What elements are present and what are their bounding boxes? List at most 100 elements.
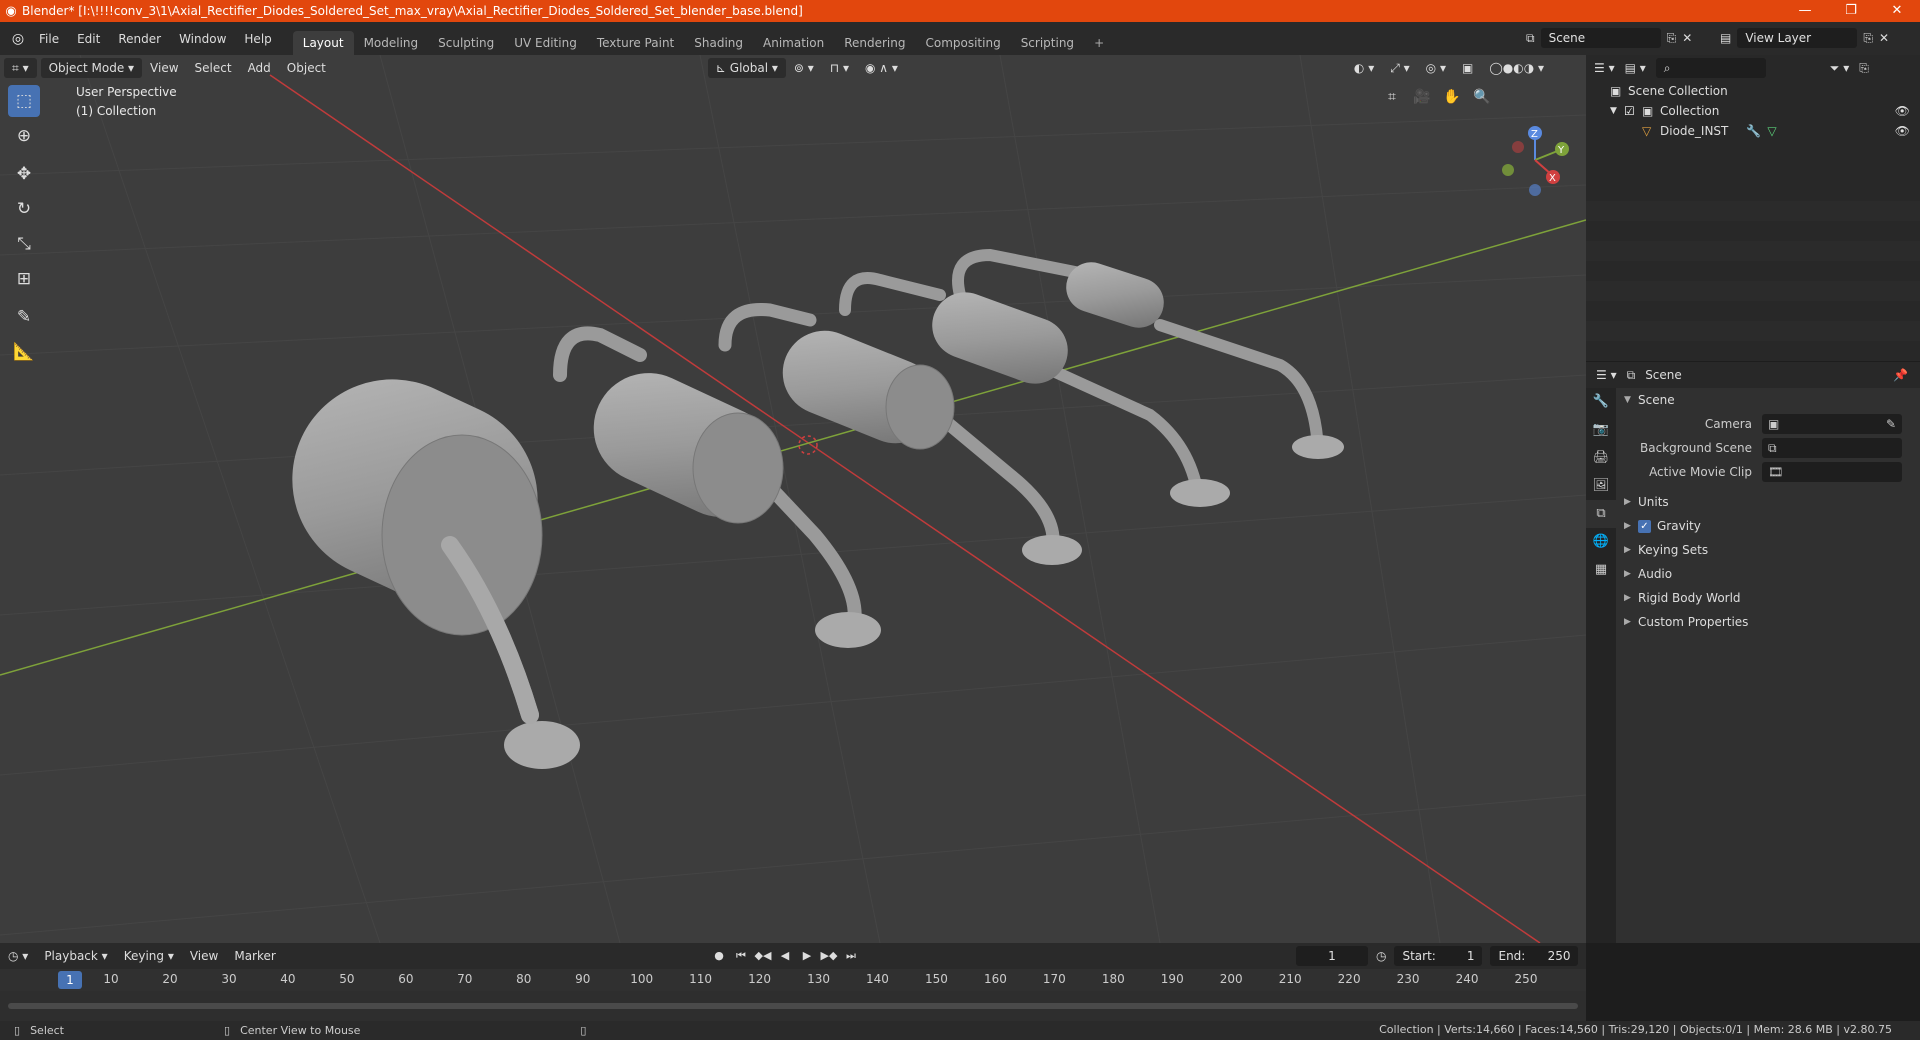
viewport-canvas[interactable]: Z Y X xyxy=(0,55,1586,943)
xray-icon[interactable]: ▣ xyxy=(1454,61,1481,75)
overlay-icon[interactable]: ◎ ▾ xyxy=(1418,61,1454,75)
grid-view-icon[interactable]: ⌗ xyxy=(1380,85,1404,109)
collection-eye-icon[interactable]: 👁 xyxy=(1895,104,1910,118)
diode-model[interactable] xyxy=(259,248,1344,769)
tab-scripting[interactable]: Scripting xyxy=(1011,31,1084,55)
rotate-tool-icon[interactable]: ↻ xyxy=(8,193,40,225)
new-scene-icon[interactable]: ⎘ xyxy=(1667,31,1677,46)
record-icon[interactable]: ● xyxy=(710,946,728,966)
camera-field[interactable]: ▣ ✎ xyxy=(1762,414,1902,434)
remove-view-layer-icon[interactable]: ✕ xyxy=(1879,31,1889,45)
play-reverse-icon[interactable]: ◀ xyxy=(776,946,794,966)
menu-file[interactable]: File xyxy=(30,32,68,46)
eyedropper-icon[interactable]: ✎ xyxy=(1886,417,1896,431)
outliner-item-collection[interactable]: ▼ ☑ ▣ Collection 👁 xyxy=(1586,101,1920,121)
viewport-menu-select[interactable]: Select xyxy=(187,61,240,75)
outliner-item-scene-collection[interactable]: ▣ Scene Collection xyxy=(1586,81,1920,101)
tab-animation[interactable]: Animation xyxy=(753,31,834,55)
timeline-menu-playback[interactable]: Playback ▾ xyxy=(36,949,115,963)
tab-sculpting[interactable]: Sculpting xyxy=(428,31,504,55)
active-movie-clip-field[interactable]: 🎞 xyxy=(1762,462,1902,482)
timeline-menu-marker[interactable]: Marker xyxy=(226,949,283,963)
background-scene-field[interactable]: ⧉ xyxy=(1762,438,1902,458)
tab-texture-paint[interactable]: Texture Paint xyxy=(587,31,684,55)
scene-tab-icon[interactable]: ⧉ xyxy=(1586,500,1616,528)
timeline-ruler[interactable]: 1 10 20 30 40 50 60 70 80 90 100 110 120 130 140 150 16… xyxy=(0,969,1586,991)
end-frame-field[interactable]: End: 250 xyxy=(1490,946,1579,966)
gravity-checkbox[interactable]: ✓ xyxy=(1638,519,1651,533)
scene-name-field[interactable]: Scene xyxy=(1540,28,1661,48)
prev-keyframe-icon[interactable]: ◆◀ xyxy=(754,946,772,966)
current-frame-indicator[interactable]: 1 xyxy=(58,971,82,989)
transform-tool-icon[interactable]: ⊞ xyxy=(8,263,40,295)
scene-section-header[interactable]: ▼ Scene xyxy=(1616,388,1920,412)
mesh-data-icon[interactable]: ▽ xyxy=(1767,124,1776,138)
3d-viewport[interactable]: Z Y X ⌗ ▾ Object Mode ▾ View Select Add … xyxy=(0,55,1586,943)
output-tab-icon[interactable]: 🖨 xyxy=(1586,444,1616,472)
current-frame-field[interactable]: 1 xyxy=(1296,946,1368,966)
tab-modeling[interactable]: Modeling xyxy=(354,31,429,55)
menu-window[interactable]: Window xyxy=(170,32,235,46)
timeline-scrollbar[interactable] xyxy=(8,1003,1578,1009)
pivot-icon[interactable]: ⊚ ▾ xyxy=(786,61,822,75)
add-workspace-button[interactable]: + xyxy=(1084,31,1114,55)
view-layer-field[interactable]: View Layer xyxy=(1737,28,1858,48)
camera-view-icon[interactable]: 🎥 xyxy=(1410,85,1434,109)
tab-uv-editing[interactable]: UV Editing xyxy=(504,31,587,55)
filter-icon[interactable]: ⏷ ▾ xyxy=(1830,61,1849,76)
start-frame-field[interactable]: Start: 1 xyxy=(1394,946,1483,966)
expand-collection-icon[interactable]: ▼ xyxy=(1610,106,1624,116)
scene-icon[interactable]: ⧉ xyxy=(1526,31,1535,46)
rigid-body-world-section[interactable]: ▶ Rigid Body World xyxy=(1616,586,1920,610)
audio-section[interactable]: ▶ Audio xyxy=(1616,562,1920,586)
view-layer-icon[interactable]: ▤ xyxy=(1720,31,1731,45)
menu-help[interactable]: Help xyxy=(235,32,280,46)
mode-dropdown[interactable]: Object Mode ▾ xyxy=(40,58,143,78)
timeline-editor-icon[interactable]: ◷ ▾ xyxy=(0,949,36,963)
zoom-icon[interactable]: 🔍 xyxy=(1470,85,1494,109)
select-box-tool-icon[interactable]: ⬚ xyxy=(8,85,40,117)
tool-tab-icon[interactable]: 🔧 xyxy=(1586,388,1616,416)
transform-orientation-dropdown[interactable]: ⊾ Global ▾ xyxy=(707,58,786,78)
clock-icon[interactable]: ◷ xyxy=(1376,949,1386,963)
measure-tool-icon[interactable]: 📐 xyxy=(8,336,40,368)
new-collection-icon[interactable]: ⎘ xyxy=(1859,61,1869,76)
menu-edit[interactable]: Edit xyxy=(68,32,109,46)
outliner-search-input[interactable]: ⌕ xyxy=(1655,58,1766,78)
close-button[interactable]: ✕ xyxy=(1874,0,1920,22)
gizmo-toggle-icon[interactable]: ⤢ ▾ xyxy=(1382,61,1417,76)
scale-tool-icon[interactable]: ⤡ xyxy=(8,228,40,260)
visibility-icon[interactable]: ◐ ▾ xyxy=(1346,61,1382,75)
minimize-button[interactable]: — xyxy=(1782,0,1828,22)
proportional-edit-icon[interactable]: ◉ ∧ ▾ xyxy=(857,61,906,75)
display-mode-icon[interactable]: ▤ ▾ xyxy=(1625,61,1646,75)
world-tab-icon[interactable]: 🌐 xyxy=(1586,528,1616,556)
tab-shading[interactable]: Shading xyxy=(684,31,753,55)
play-icon[interactable]: ▶ xyxy=(798,946,816,966)
viewport-menu-object[interactable]: Object xyxy=(279,61,334,75)
texture-tab-icon[interactable]: ▦ xyxy=(1586,556,1616,584)
units-section[interactable]: ▶ Units xyxy=(1616,490,1920,514)
blender-menu-icon[interactable]: ◎ xyxy=(6,31,30,47)
viewport-menu-add[interactable]: Add xyxy=(240,61,279,75)
outliner-item-diode[interactable]: ▽ Diode_INST 🔧 ▽ 👁 xyxy=(1586,121,1920,141)
viewport-menu-view[interactable]: View xyxy=(142,61,186,75)
menu-render[interactable]: Render xyxy=(109,32,170,46)
tab-compositing[interactable]: Compositing xyxy=(915,31,1010,55)
object-eye-icon[interactable]: 👁 xyxy=(1895,124,1910,138)
pin-icon[interactable]: 📌 xyxy=(1893,368,1908,382)
editor-type-icon[interactable]: ⌗ ▾ xyxy=(4,58,37,78)
new-view-layer-icon[interactable]: ⎘ xyxy=(1863,31,1873,46)
shading-modes-icon[interactable]: ◯●◐◑ ▾ xyxy=(1481,61,1552,75)
jump-start-icon[interactable]: ⏮ xyxy=(732,946,750,966)
navigation-gizmo[interactable]: Z Y X xyxy=(1502,126,1569,196)
jump-end-icon[interactable]: ⏭ xyxy=(842,946,860,966)
tab-rendering[interactable]: Rendering xyxy=(834,31,915,55)
gravity-section[interactable]: ▶ ✓ Gravity xyxy=(1616,514,1920,538)
keying-sets-section[interactable]: ▶ Keying Sets xyxy=(1616,538,1920,562)
cursor-tool-icon[interactable]: ⊕ xyxy=(8,120,40,152)
maximize-button[interactable]: ❐ xyxy=(1828,0,1874,22)
modifier-wrench-icon[interactable]: 🔧 xyxy=(1746,124,1761,138)
timeline-menu-view[interactable]: View xyxy=(182,949,226,963)
pan-hand-icon[interactable]: ✋ xyxy=(1440,85,1464,109)
